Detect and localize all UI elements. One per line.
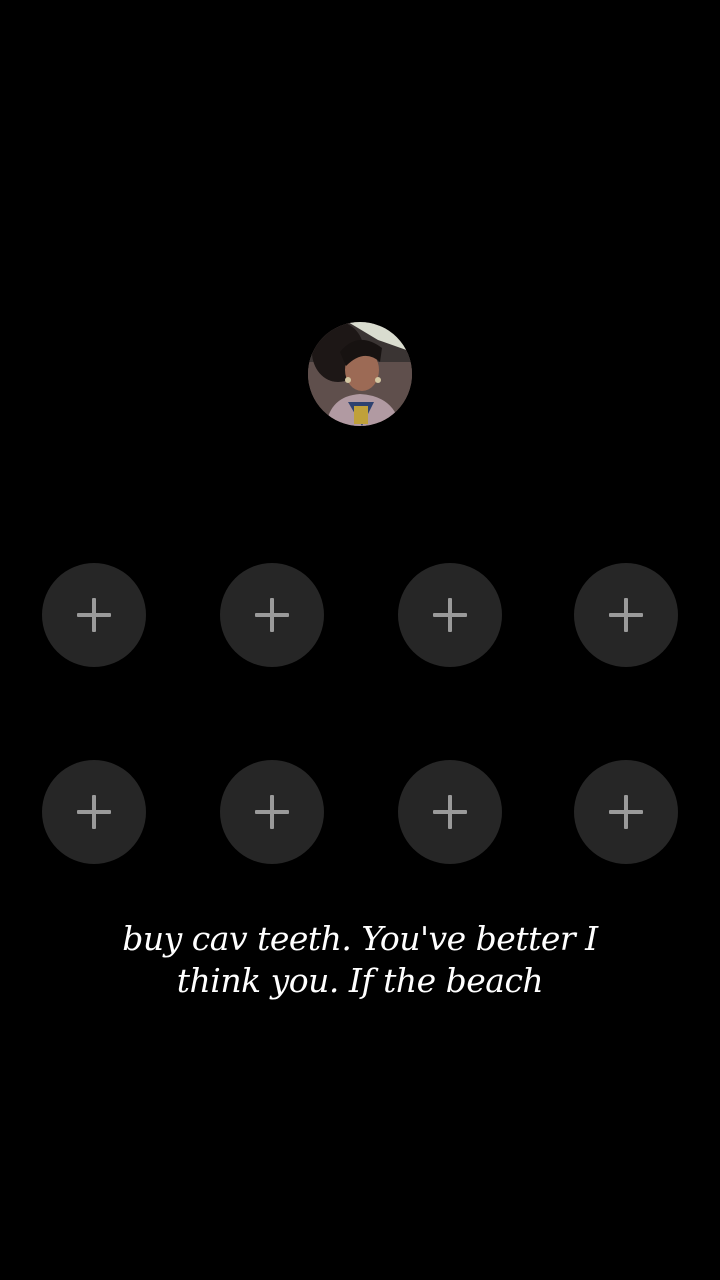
plus-icon — [433, 795, 467, 829]
profile-avatar[interactable] — [308, 322, 412, 426]
avatar-photo — [308, 322, 412, 426]
caption-text: buy cav teeth. You've better I think you… — [60, 918, 660, 1002]
add-slot-1[interactable] — [42, 563, 146, 667]
plus-icon — [255, 598, 289, 632]
plus-icon — [255, 795, 289, 829]
add-slot-7[interactable] — [398, 760, 502, 864]
plus-icon — [77, 795, 111, 829]
add-slot-4[interactable] — [574, 563, 678, 667]
add-slot-3[interactable] — [398, 563, 502, 667]
add-slot-6[interactable] — [220, 760, 324, 864]
add-slot-5[interactable] — [42, 760, 146, 864]
plus-icon — [609, 795, 643, 829]
plus-icon — [609, 598, 643, 632]
plus-icon — [77, 598, 111, 632]
add-slot-2[interactable] — [220, 563, 324, 667]
caption-line-2: think you. If the beach — [176, 961, 544, 1000]
add-slot-8[interactable] — [574, 760, 678, 864]
caption-line-1: buy cav teeth. You've better I — [122, 919, 598, 958]
plus-icon — [433, 598, 467, 632]
